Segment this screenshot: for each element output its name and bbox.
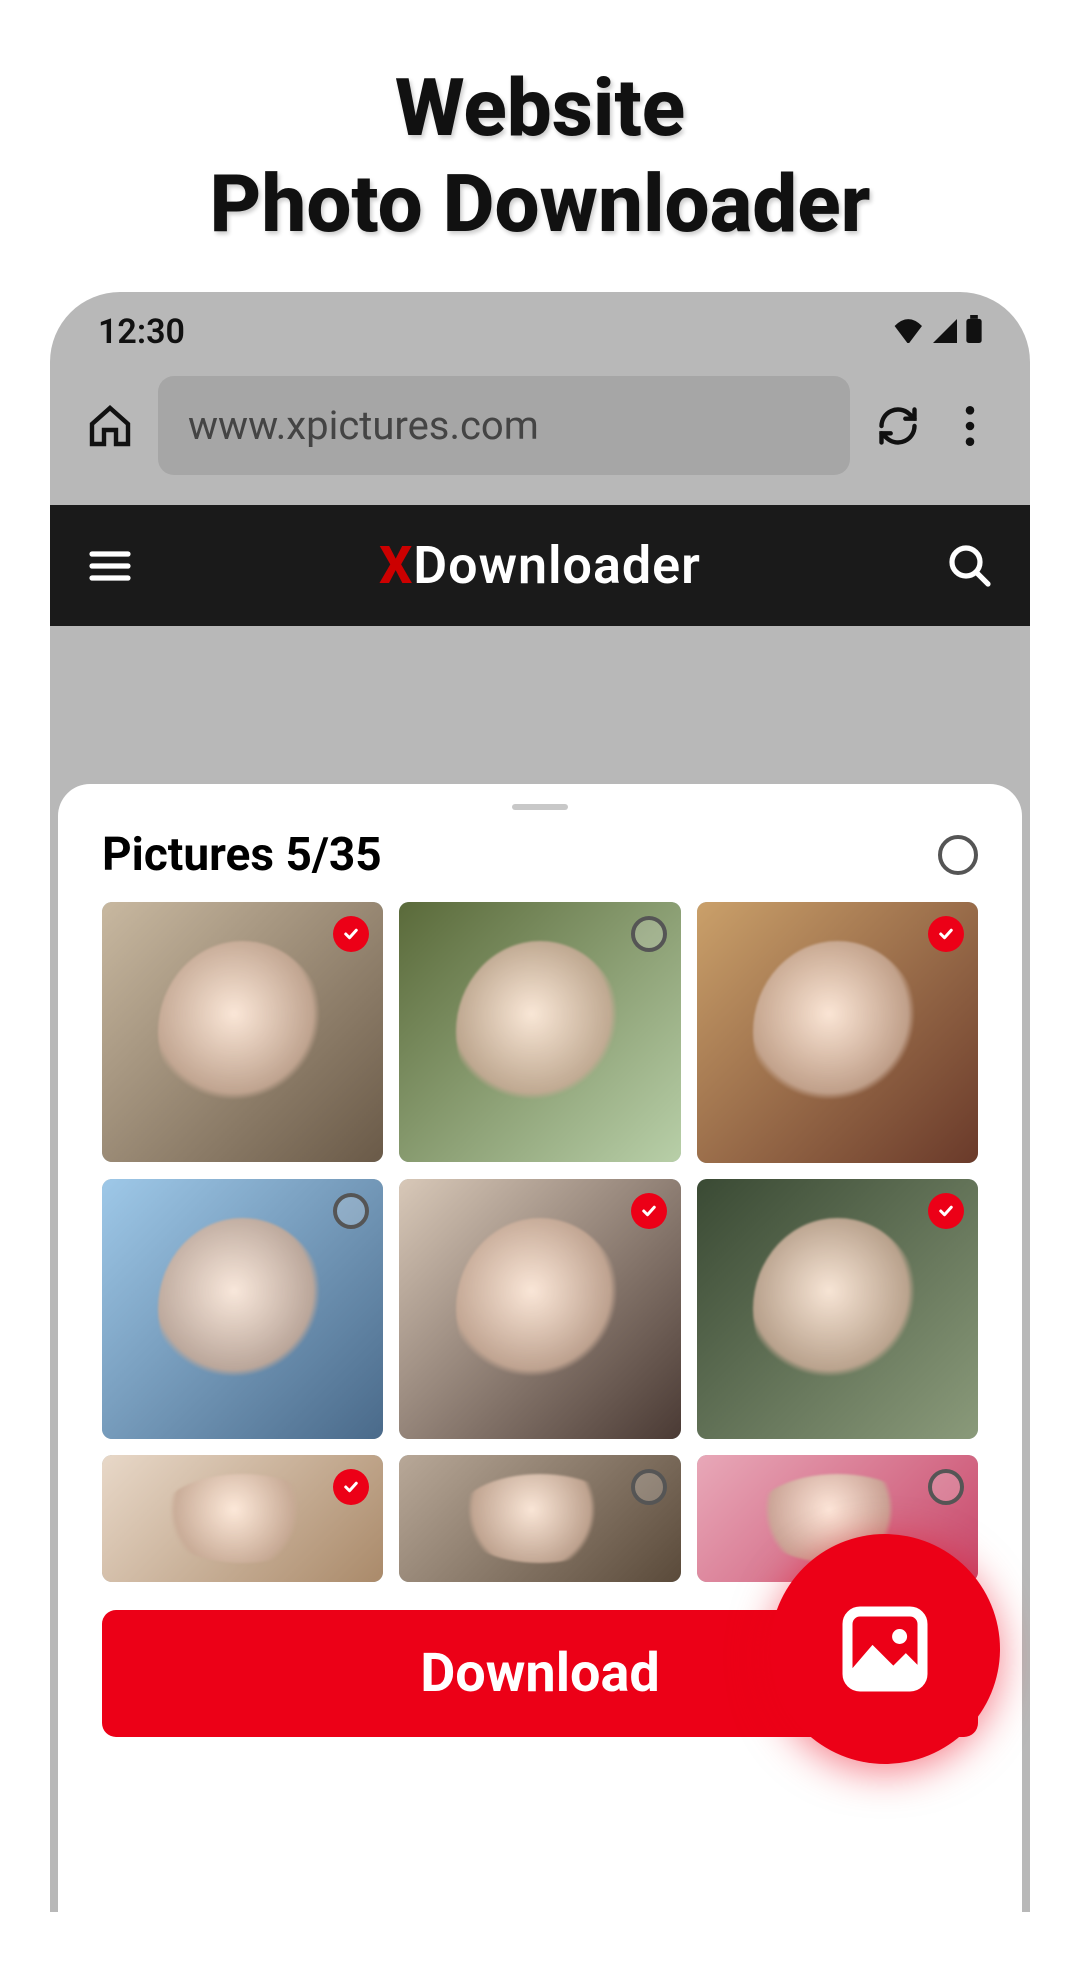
status-bar: 12:30 [50,292,1030,362]
status-icons [894,312,982,352]
promo-line2: Photo Downloader [0,156,1080,252]
battery-icon [966,312,982,352]
thumb-checkbox[interactable] [928,1193,964,1229]
thumb-checkbox[interactable] [928,1469,964,1505]
promo-line1: Website [0,60,1080,156]
picture-thumb[interactable] [399,902,680,1162]
picture-thumb[interactable] [697,1179,978,1440]
picture-thumb[interactable] [102,1179,383,1439]
status-time: 12:30 [98,312,185,352]
phone-frame: 12:30 www.xpictures.com [50,292,1030,1912]
promo-title: Website Photo Downloader [0,60,1080,252]
app-title-rest: Downloader [413,535,701,596]
download-label: Download [420,1642,660,1705]
thumb-checkbox[interactable] [333,1193,369,1229]
thumb-checkbox[interactable] [631,1193,667,1229]
check-icon [342,1478,360,1496]
picture-thumb[interactable] [102,902,383,1162]
app-title: XDownloader [379,535,701,596]
thumb-checkbox[interactable] [631,1469,667,1505]
check-icon [342,925,360,943]
sheet-header: Pictures 5/35 [82,828,998,902]
picture-thumb[interactable] [697,902,978,1163]
bottom-sheet: Pictures 5/35 Download [58,784,1022,1912]
check-icon [937,1202,955,1220]
url-input[interactable]: www.xpictures.com [158,376,850,475]
wifi-icon [894,312,924,352]
check-icon [640,1202,658,1220]
home-icon[interactable] [86,402,134,450]
image-icon [835,1599,935,1699]
thumb-checkbox[interactable] [631,916,667,952]
select-all-checkbox[interactable] [938,835,978,875]
drag-handle[interactable] [512,804,568,810]
search-icon[interactable] [946,542,994,590]
picture-thumb[interactable] [399,1179,680,1439]
browser-bar: www.xpictures.com [50,362,1030,505]
sheet-title: Pictures 5/35 [102,828,382,882]
picture-thumb[interactable] [399,1455,680,1582]
more-icon[interactable] [946,402,994,450]
picture-thumb[interactable] [102,1455,383,1582]
url-text: www.xpictures.com [188,402,539,449]
app-title-x: X [379,535,413,596]
signal-icon [932,312,958,352]
pictures-fab[interactable] [770,1534,1000,1764]
picture-grid [82,902,998,1582]
app-bar: XDownloader [50,505,1030,626]
check-icon [937,925,955,943]
menu-icon[interactable] [86,542,134,590]
thumb-checkbox[interactable] [928,916,964,952]
refresh-icon[interactable] [874,402,922,450]
